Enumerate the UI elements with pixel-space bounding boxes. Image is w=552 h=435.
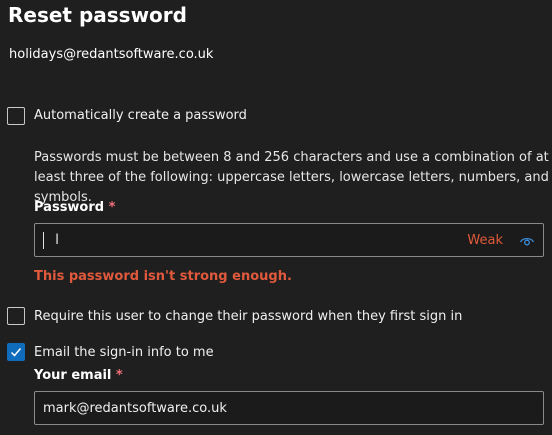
email-signin-label[interactable]: Email the sign-in info to me (34, 344, 214, 362)
required-mark: * (108, 200, 116, 215)
password-error-message: This password isn't strong enough. (34, 269, 292, 284)
password-input[interactable]: I Weak (34, 223, 544, 257)
password-label: Password * (34, 199, 115, 217)
email-signin-checkbox[interactable] (7, 343, 25, 361)
eye-icon[interactable] (519, 233, 535, 249)
ibeam-cursor-icon: I (55, 232, 60, 248)
user-email: holidays@redantsoftware.co.uk (9, 47, 214, 62)
require-change-checkbox[interactable] (7, 307, 25, 325)
page-title: Reset password (8, 3, 187, 27)
required-mark: * (115, 368, 123, 383)
your-email-label: Your email * (34, 367, 123, 385)
text-caret (43, 232, 44, 249)
auto-create-label[interactable]: Automatically create a password (34, 107, 247, 125)
require-change-label[interactable]: Require this user to change their passwo… (34, 308, 462, 326)
auto-create-checkbox[interactable] (7, 107, 25, 125)
your-email-value: mark@redantsoftware.co.uk (43, 401, 227, 416)
password-strength-indicator: Weak (467, 233, 503, 248)
checkmark-icon (10, 348, 22, 357)
your-email-label-text: Your email (34, 368, 112, 383)
your-email-input[interactable]: mark@redantsoftware.co.uk (34, 391, 544, 425)
password-label-text: Password (34, 200, 105, 215)
